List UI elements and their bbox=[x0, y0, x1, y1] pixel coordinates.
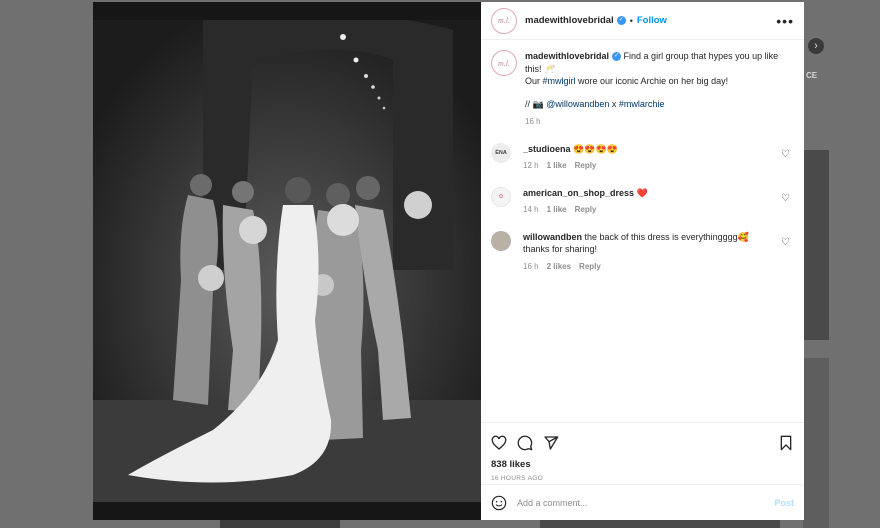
comment-text: ❤️ bbox=[636, 187, 648, 198]
likes-count[interactable]: 838 likes bbox=[491, 459, 794, 470]
comment-meta: 12 h 1 like Reply bbox=[523, 160, 763, 173]
comment-body: _studioena 😍😍😍😍 12 h 1 like Reply bbox=[523, 143, 763, 173]
background-thumbnail bbox=[803, 358, 829, 528]
reply-button[interactable]: Reply bbox=[575, 205, 597, 214]
mention-link[interactable]: @willowandben bbox=[546, 99, 609, 109]
comment-like-heart-icon[interactable]: ♡ bbox=[781, 237, 790, 248]
commenter-username[interactable]: _studioena bbox=[523, 144, 571, 154]
reply-button[interactable]: Reply bbox=[575, 161, 597, 170]
add-comment-bar: Post bbox=[481, 484, 804, 520]
post-caption: m.l. madewithlovebridal ✓ Find a girl gro… bbox=[491, 50, 794, 129]
post-details-panel: m.l. madewithlovebridal ✓ • Follow ••• m… bbox=[481, 2, 804, 520]
comment-item: ÈNA _studioena 😍😍😍😍 12 h 1 like Reply ♡ bbox=[491, 142, 794, 173]
comment-likes[interactable]: 2 likes bbox=[547, 262, 571, 271]
comment-timestamp: 14 h bbox=[523, 205, 539, 214]
comment-body: american_on_shop_dress ❤️ 14 h 1 like Repl… bbox=[523, 187, 763, 217]
comment-meta: 16 h 2 likes Reply bbox=[523, 261, 763, 274]
comments-section[interactable]: m.l. madewithlovebridal ✓ Find a girl gro… bbox=[481, 40, 804, 422]
next-post-arrow-icon[interactable]: › bbox=[808, 38, 824, 54]
comment-item: ✿ american_on_shop_dress ❤️ 14 h 1 like Re… bbox=[491, 186, 794, 217]
comment-meta: 14 h 1 like Reply bbox=[523, 204, 763, 217]
hashtag-link[interactable]: #mwlarchie bbox=[619, 99, 665, 109]
reply-button[interactable]: Reply bbox=[579, 262, 601, 271]
comment-likes[interactable]: 1 like bbox=[547, 205, 567, 214]
hashtag-link[interactable]: #mwlgirl bbox=[543, 76, 576, 86]
bridal-party-photo bbox=[93, 20, 481, 502]
post-header: m.l. madewithlovebridal ✓ • Follow ••• bbox=[481, 2, 804, 40]
save-bookmark-icon[interactable] bbox=[778, 435, 794, 451]
comment-body: willowandben the back of this dress is e… bbox=[523, 231, 763, 274]
share-paper-plane-icon[interactable] bbox=[543, 435, 559, 451]
separator-dot: • bbox=[629, 15, 633, 26]
comment-likes[interactable]: 1 like bbox=[547, 161, 567, 170]
caption-text: Our bbox=[525, 76, 543, 86]
emoji-icon[interactable] bbox=[491, 495, 507, 511]
comment-item: willowandben the back of this dress is e… bbox=[491, 230, 794, 274]
commenter-username[interactable]: willowandben bbox=[523, 232, 582, 242]
caption-body: madewithlovebridal ✓ Find a girl group th… bbox=[525, 50, 785, 129]
comment-bubble-icon[interactable] bbox=[517, 435, 533, 451]
comment-text: 😍😍😍😍 bbox=[573, 143, 618, 154]
post-modal: m.l. madewithlovebridal ✓ • Follow ••• m… bbox=[93, 2, 804, 520]
comment-timestamp: 16 h bbox=[523, 261, 539, 271]
follow-button[interactable]: Follow bbox=[637, 15, 667, 26]
comment-timestamp: 12 h bbox=[523, 161, 539, 170]
like-heart-icon[interactable] bbox=[491, 435, 507, 451]
post-comment-button[interactable]: Post bbox=[774, 498, 794, 508]
background-thumbnail bbox=[803, 150, 829, 340]
comment-like-heart-icon[interactable]: ♡ bbox=[781, 149, 790, 160]
commenter-avatar[interactable] bbox=[491, 230, 511, 251]
caption-text: wore our iconic Archie on her big day! bbox=[575, 76, 729, 86]
commenter-avatar[interactable]: ✿ bbox=[491, 186, 511, 207]
caption-author-avatar[interactable]: m.l. bbox=[491, 50, 517, 76]
post-actions: 838 likes 16 HOURS AGO bbox=[481, 422, 804, 484]
comment-input[interactable] bbox=[517, 497, 775, 508]
commenter-username[interactable]: american_on_shop_dress bbox=[523, 188, 634, 198]
more-options-icon[interactable]: ••• bbox=[776, 13, 794, 29]
comment-like-heart-icon[interactable]: ♡ bbox=[781, 193, 790, 204]
post-timestamp: 16 HOURS AGO bbox=[491, 475, 544, 482]
post-photo bbox=[93, 2, 481, 520]
verified-badge-icon: ✓ bbox=[612, 52, 622, 62]
author-avatar[interactable]: m.l. bbox=[491, 7, 517, 34]
author-username[interactable]: madewithlovebridal bbox=[525, 15, 614, 26]
caption-text: // 📷 bbox=[525, 98, 547, 109]
background-text: CE bbox=[806, 71, 818, 80]
action-icons-row bbox=[491, 431, 794, 455]
caption-text: x bbox=[609, 98, 619, 109]
commenter-avatar[interactable]: ÈNA bbox=[491, 142, 511, 163]
caption-timestamp: 16 h bbox=[525, 117, 541, 126]
verified-badge-icon: ✓ bbox=[616, 16, 626, 25]
caption-username[interactable]: madewithlovebridal bbox=[525, 51, 609, 61]
